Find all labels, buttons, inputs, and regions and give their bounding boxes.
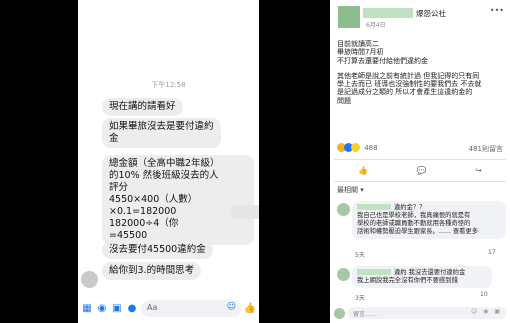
like-icon[interactable]: 👍 <box>358 166 368 175</box>
message-line: 金 <box>109 133 119 144</box>
comment-icon[interactable]: 💬 <box>417 166 427 175</box>
grid-icon[interactable]: ▦ <box>81 303 93 315</box>
message-line: 的10% 然後班級沒去的人 <box>109 170 219 181</box>
commenter-name-redacted <box>357 204 391 210</box>
camera-icon[interactable]: ◉ <box>96 303 108 315</box>
comment-line: 違約 我沒去還要付違約金 <box>357 269 487 277</box>
post-body: 目前就讀高二 畢旅時間7月初 不打算去還要付給他們違約金 其他老師是說之前有統計… <box>337 40 505 105</box>
image-icon[interactable]: ▣ <box>111 303 123 315</box>
comment-time: 5天 <box>355 252 365 259</box>
message-bubble: 沒去要付45500違約金 <box>102 241 213 259</box>
comment-input-placeholder: 留言…… <box>353 311 378 318</box>
message-bubble: 如果畢旅沒去是要付違約 金 <box>102 118 221 148</box>
page-name[interactable]: 爆怨公社 <box>416 8 446 19</box>
message-input[interactable]: Aa ☺ <box>141 300 241 317</box>
post-line: 不打算去還要付給他們違約金 <box>337 56 428 65</box>
poster-name-redacted <box>363 8 413 18</box>
message-composer: ▦ ◉ ▣ ● Aa ☺ 👍 <box>78 294 259 323</box>
sticker-icons[interactable]: ☺ ◉ ▣ <box>471 308 502 315</box>
message-bubble: 總金額（全高中職2年級） 的10% 然後班級沒去的人 評分 4550×400（人… <box>102 155 254 245</box>
reaction-count: 488 <box>364 143 378 152</box>
comment-input[interactable]: 留言…… ☺ ◉ ▣ <box>348 307 506 319</box>
comment-line: 學校的老師或職員動不動就用各種奇怪的 <box>357 220 471 227</box>
message-bubble: 現在講的請看好 <box>102 98 183 116</box>
divider <box>334 181 506 182</box>
sort-label: 最相關 <box>337 186 358 194</box>
poster-avatar[interactable] <box>338 6 360 28</box>
message-line: 182000÷4（你 <box>109 218 179 229</box>
comment-reaction-count[interactable]: 10 <box>478 291 490 298</box>
post-date: 6月4日 <box>366 22 386 29</box>
message-line: 4550×400（人數） <box>109 194 198 205</box>
message-bubble: 給你到3.的時間思考 <box>102 262 202 280</box>
message-line: 沒去要付45500違約金 <box>109 244 206 255</box>
post-line: 其他老師是說之前有統計過 但我記得的只有同 <box>337 71 480 80</box>
post-line: 問題 <box>337 96 351 105</box>
messenger-screen: 下午12:58 現在講的請看好 如果畢旅沒去是要付違約 金 總金額（全高中職2年… <box>78 0 259 323</box>
sender-avatar <box>81 271 98 288</box>
comment-time: 3天 <box>355 295 365 302</box>
comment-sort-dropdown[interactable]: 最相關 ▾ <box>337 185 364 195</box>
message-line: ×0.1=182000 <box>109 206 177 217</box>
post-line: 是記過成分之類的 所以才會產生這違約金的 <box>337 88 473 97</box>
message-timestamp: 下午12:58 <box>151 81 186 89</box>
comment-line: 話術和權勢壓迫學生跟家長。...... 查看更多 <box>357 228 479 235</box>
message-line: 總金額（全高中職2年級） <box>109 158 220 169</box>
message-line: 給你到3.的時間思考 <box>109 265 195 276</box>
comment-line: 我自己也是學校老師，我真痛恨的就是有 <box>357 212 471 219</box>
commenter-avatar[interactable] <box>337 203 350 216</box>
post-line: 畢旅時間7月初 <box>337 48 384 57</box>
comment-count[interactable]: 481則留言 <box>469 144 503 154</box>
comment-line: 我上網說我完全沒有你們不要感到錢 <box>357 277 458 284</box>
divider <box>334 159 506 160</box>
mic-icon[interactable]: ● <box>126 303 138 315</box>
blurred-region <box>230 205 259 219</box>
reaction-bar[interactable]: 488 481則留言 <box>337 143 503 155</box>
commenter-name-redacted <box>357 269 391 275</box>
facebook-screen: 爆怨公社 6月4日 ••• 目前就讀高二 畢旅時間7月初 不打算去還要付給他們違… <box>330 0 510 323</box>
haha-reaction-icon <box>351 143 360 152</box>
commenter-avatar[interactable] <box>337 268 350 281</box>
more-options-icon[interactable]: ••• <box>490 6 504 15</box>
comment-line: 違約金？？ <box>357 204 501 212</box>
message-input-placeholder: Aa <box>147 303 158 312</box>
message-line: 如果畢旅沒去是要付違約 <box>109 121 214 132</box>
smile-icon[interactable]: ☺ <box>227 302 236 312</box>
post-actions: 👍 💬 ↪ <box>334 163 506 177</box>
comment-reaction-count[interactable]: 17 <box>486 249 498 256</box>
message-line: 現在講的請看好 <box>109 101 176 112</box>
comment-bubble: 違約金？？ 我自己也是學校老師，我真痛恨的就是有 學校的老師或職員動不動就用各種… <box>352 201 506 239</box>
user-avatar <box>334 307 345 319</box>
chevron-down-icon: ▾ <box>358 186 364 194</box>
comment-bubble: 違約 我沒去還要付違約金 我上網說我完全沒有你們不要感到錢 <box>352 266 492 288</box>
write-comment-bar: 留言…… ☺ ◉ ▣ <box>334 306 506 320</box>
message-line: 評分 <box>109 182 129 193</box>
share-icon[interactable]: ↪ <box>475 166 482 175</box>
post-header: 爆怨公社 6月4日 ••• <box>336 6 506 30</box>
like-icon[interactable]: 👍 <box>244 303 256 315</box>
